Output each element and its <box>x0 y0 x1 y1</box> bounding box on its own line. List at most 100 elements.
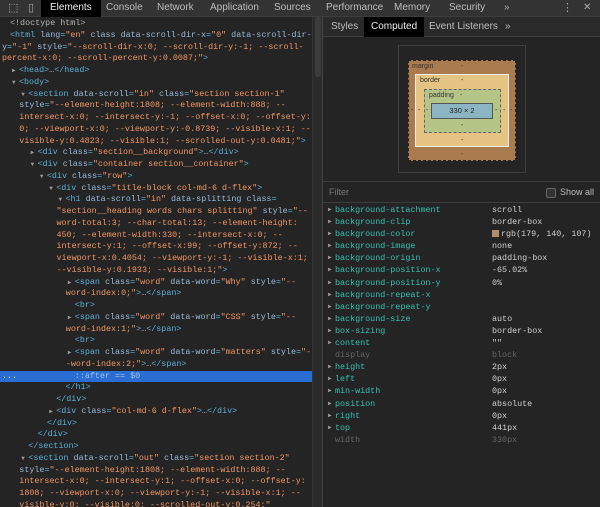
border-right-value[interactable]: - <box>503 107 505 114</box>
dom-node-row[interactable]: </h1> <box>0 382 312 394</box>
computed-property-row[interactable]: ▶ background-origin padding-box <box>323 252 600 264</box>
close-icon[interactable]: ✕ <box>583 0 591 16</box>
dom-node-row[interactable]: <br> <box>0 335 312 347</box>
margin-right-value[interactable]: - <box>510 107 512 114</box>
dom-node-row[interactable]: ▶ <head>…</head> <box>0 65 312 77</box>
show-all-label[interactable]: Show all <box>560 187 594 197</box>
dom-node-row[interactable]: visible-y:0; --visible:0; --scrolled-out… <box>0 500 312 507</box>
dom-node-row[interactable]: </div> <box>0 418 312 430</box>
dom-node-row[interactable]: 450; --element-width:330; --intersect-x:… <box>0 230 312 242</box>
tab-sources[interactable]: Sources <box>265 0 320 17</box>
scrollbar-thumb[interactable] <box>315 17 321 77</box>
computed-property-row[interactable]: ▶ left 0px <box>323 373 600 385</box>
filter-input[interactable]: Filter <box>329 187 349 197</box>
dom-node-row[interactable]: ▼ <body> <box>0 77 312 89</box>
elements-tree[interactable]: <!doctype html> <html lang="en" class dat… <box>0 17 322 507</box>
dom-node-row[interactable]: percent-x:0; --scroll-percent-y:0.0087;"… <box>0 53 312 65</box>
collapse-arrow-icon[interactable]: ▼ <box>40 171 44 183</box>
dom-node-row[interactable]: <br> <box>0 300 312 312</box>
box-model-content[interactable]: 330 × 2 <box>431 103 493 119</box>
expand-arrow-icon[interactable]: ▶ <box>328 313 332 325</box>
device-toolbar-icon[interactable]: ▯ <box>28 0 34 16</box>
computed-property-row[interactable]: ▶ background-repeat-x <box>323 289 600 301</box>
tab-console[interactable]: Console <box>97 0 152 17</box>
expand-arrow-icon[interactable]: ▶ <box>68 347 72 359</box>
selected-node-row[interactable]: ...::after == $0 <box>0 370 312 383</box>
border-top-value[interactable]: - <box>461 77 463 84</box>
dom-node-row[interactable]: ▶ <div class="section__background">…</div… <box>0 147 312 159</box>
sidebar-tab-styles[interactable]: Styles <box>324 17 365 37</box>
expand-arrow-icon[interactable]: ▶ <box>328 361 332 373</box>
dom-node-row[interactable]: word-index:0;">…</span> <box>0 288 312 300</box>
dom-node-row[interactable]: -word-index:2;">…</span> <box>0 359 312 371</box>
expand-arrow-icon[interactable]: ▶ <box>328 301 332 313</box>
dom-node-row[interactable]: visible-y:0.4823; --visible:1; --scrolle… <box>0 136 312 148</box>
dom-node-row[interactable]: ▼ <div class="container section__containe… <box>0 159 312 171</box>
dom-node-row[interactable]: ▶ <span class="word" data-word="CSS" styl… <box>0 312 312 324</box>
expand-arrow-icon[interactable]: ▶ <box>328 410 332 422</box>
dom-node-row[interactable]: ▼ <h1 data-scroll = "in" data-splitting cla… <box>0 194 312 206</box>
dom-node-row[interactable]: ▼ <div class="row"> <box>0 171 312 183</box>
computed-property-row[interactable]: ▶ top 441px <box>323 422 600 434</box>
computed-property-row[interactable]: ▶ background-attachment scroll <box>323 204 600 216</box>
dom-node-row[interactable]: <!doctype html> <box>0 18 312 30</box>
collapse-arrow-icon[interactable]: ▼ <box>49 183 53 195</box>
expand-arrow-icon[interactable]: ▶ <box>328 398 332 410</box>
computed-property-row[interactable]: ▶ background-clip border-box <box>323 216 600 228</box>
collapse-arrow-icon[interactable]: ▼ <box>21 89 25 101</box>
expand-arrow-icon[interactable]: ▶ <box>328 337 332 349</box>
margin-top-value[interactable]: - <box>461 63 463 70</box>
expand-arrow-icon[interactable]: ▶ <box>328 385 332 397</box>
dom-node-row[interactable]: --visible-y:0.1933; --visible:1;"> <box>0 265 312 277</box>
computed-property-row[interactable]: ▶ background-position-y 0% <box>323 277 600 289</box>
expand-arrow-icon[interactable]: ▶ <box>328 325 332 337</box>
dom-node-row[interactable]: </div> <box>0 429 312 441</box>
collapse-arrow-icon[interactable]: ▼ <box>31 159 35 171</box>
more-tabs-icon[interactable]: » <box>504 0 510 16</box>
dom-node-row[interactable]: <html lang="en" class data-scroll-dir-x=… <box>0 30 312 42</box>
more-sidebar-tabs-icon[interactable]: » <box>498 17 518 37</box>
dom-node-row[interactable]: y="-1" style="--scroll-dir-x:0; --scroll… <box>0 42 312 54</box>
inspect-element-icon[interactable]: ⬚ <box>8 0 18 16</box>
padding-top-value[interactable]: - <box>460 92 462 99</box>
computed-property-row[interactable]: ▶ right 0px <box>323 410 600 422</box>
expand-arrow-icon[interactable]: ▶ <box>328 204 332 216</box>
tab-elements[interactable]: Elements <box>41 0 101 17</box>
expand-arrow-icon[interactable]: ▶ <box>328 289 332 301</box>
tab-performance[interactable]: Performance <box>317 0 392 17</box>
dom-node-row[interactable]: ▶ <span class="word" data-word="matters" … <box>0 347 312 359</box>
computed-property-row[interactable]: ▶ position absolute <box>323 398 600 410</box>
dom-node-row[interactable]: ▼ <section data-scroll="in" class="sectio… <box>0 89 312 101</box>
scrollbar[interactable] <box>312 17 322 507</box>
computed-property-row[interactable]: width 330px <box>323 434 600 446</box>
expand-arrow-icon[interactable]: ▶ <box>49 406 53 418</box>
collapse-arrow-icon[interactable]: ▼ <box>12 77 16 89</box>
tab-memory[interactable]: Memory <box>385 0 439 17</box>
dom-node-row[interactable]: </div> <box>0 394 312 406</box>
collapse-arrow-icon[interactable]: ▼ <box>59 194 63 206</box>
border-left-value[interactable]: - <box>418 107 420 114</box>
sidebar-tab-computed[interactable]: Computed <box>364 17 425 37</box>
tab-application[interactable]: Application <box>201 0 268 17</box>
computed-property-row[interactable]: ▶ background-size auto <box>323 313 600 325</box>
node-actions-ellipsis[interactable]: ... <box>2 371 17 383</box>
expand-arrow-icon[interactable]: ▶ <box>31 147 35 159</box>
dom-node-row[interactable]: intersect-x:0; --intersect-y:-1; --offse… <box>0 112 312 124</box>
tab-security[interactable]: Security <box>440 0 494 17</box>
computed-property-row[interactable]: ▶ min-width 0px <box>323 385 600 397</box>
dom-node-row[interactable]: word-index:1;">…</span> <box>0 324 312 336</box>
border-bottom-value[interactable]: - <box>461 137 463 144</box>
expand-arrow-icon[interactable]: ▶ <box>328 216 332 228</box>
dom-node-row[interactable]: intersect-y:1; --offset-x:99; --offset-y… <box>0 241 312 253</box>
dom-node-row[interactable]: ▶ <span class="word" data-word="Why" styl… <box>0 277 312 289</box>
dom-node-row[interactable]: style="--element-height:1808; --element-… <box>0 100 312 112</box>
computed-property-row[interactable]: ▶ background-color rgb(179, 140, 107) <box>323 228 600 240</box>
dom-node-row[interactable]: ▼ <section data-scroll="out" class="secti… <box>0 453 312 465</box>
margin-left-value[interactable]: - <box>411 107 413 114</box>
padding-bottom-value[interactable]: - <box>461 122 463 129</box>
computed-property-row[interactable]: ▶ background-position-x -65.02% <box>323 264 600 276</box>
expand-arrow-icon[interactable]: ▶ <box>68 277 72 289</box>
dom-node-row[interactable]: intersect-x:0; --intersect-y:1; --offset… <box>0 476 312 488</box>
dom-node-row[interactable]: ▼ <div class="title-block col-md-6 d-flex… <box>0 183 312 195</box>
show-all-checkbox[interactable] <box>546 188 556 198</box>
